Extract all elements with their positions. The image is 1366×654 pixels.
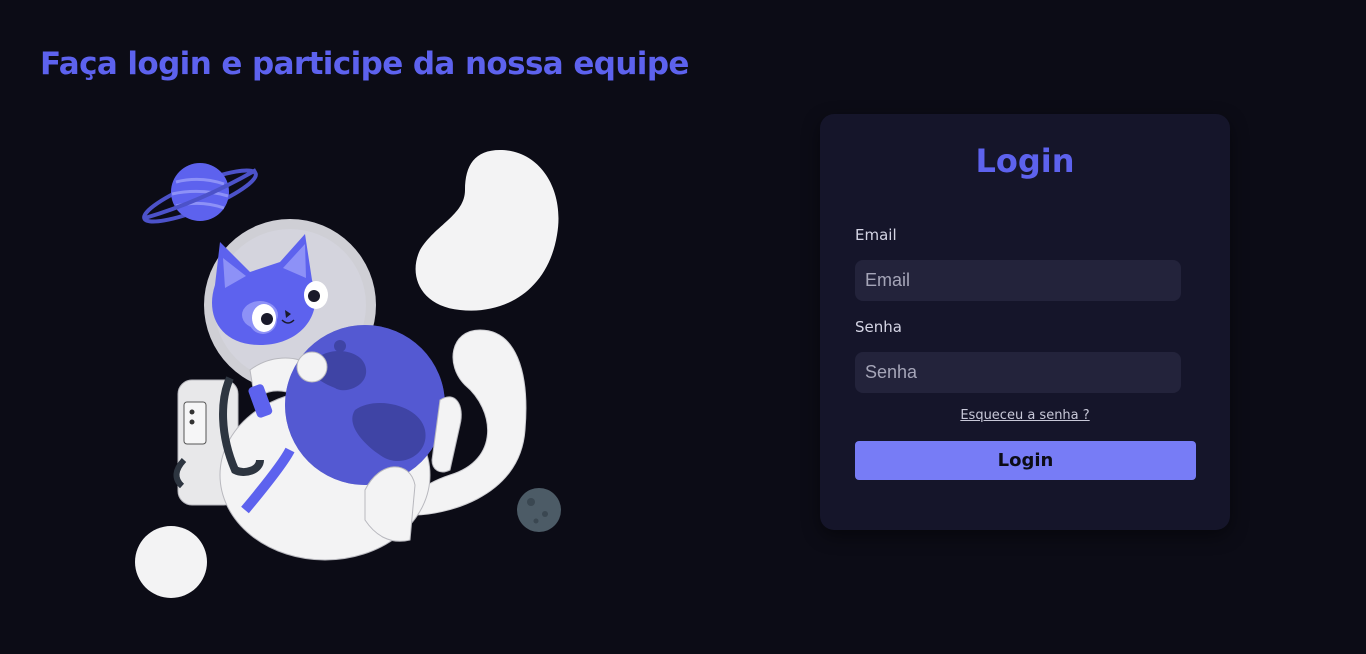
login-page: Faça login e participe da nossa equipe L… [0, 0, 1366, 654]
password-label: Senha [855, 318, 902, 336]
white-moon-shape [135, 526, 207, 598]
login-button[interactable]: Login [855, 441, 1196, 480]
cat-paw-shape [296, 351, 328, 383]
white-blob-shape [415, 150, 559, 311]
email-label: Email [855, 226, 897, 244]
ringed-planet-icon [142, 163, 258, 224]
grey-moon-icon [517, 488, 561, 532]
astronaut-cat-illustration [135, 150, 561, 598]
password-input[interactable] [855, 352, 1181, 393]
forgot-password-link[interactable]: Esqueceu a senha ? [855, 408, 1195, 423]
login-title: Login [975, 142, 1075, 180]
email-input[interactable] [855, 260, 1181, 301]
page-headline: Faça login e participe da nossa equipe [40, 46, 689, 82]
